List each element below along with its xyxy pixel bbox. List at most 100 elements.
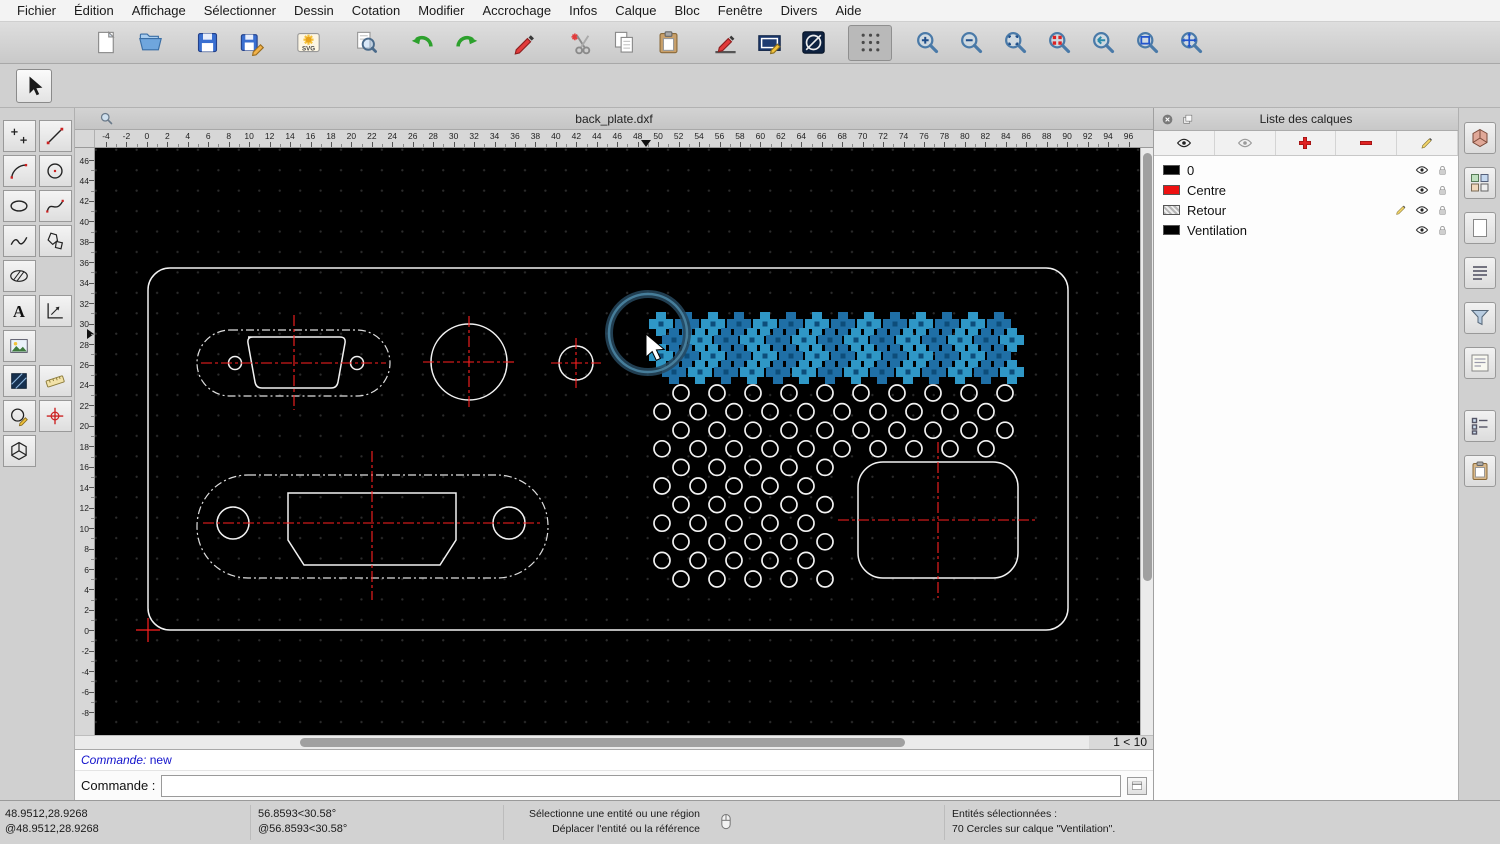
dock-commands-button[interactable] — [1463, 347, 1496, 379]
menu-dessin[interactable]: Dessin — [285, 3, 343, 18]
vertical-scrollbar[interactable] — [1140, 148, 1153, 735]
save-as-button[interactable] — [229, 25, 273, 61]
relative-polar: @56.8593<30.58° — [258, 823, 348, 835]
h-ruler-label: 4 — [185, 131, 191, 141]
select-arrow-button[interactable] — [16, 68, 52, 103]
paste-button[interactable] — [646, 25, 690, 61]
detach-panel-icon[interactable] — [1180, 112, 1195, 127]
menu-fichier[interactable]: Fichier — [8, 3, 65, 18]
hatch-tool-button[interactable] — [2, 260, 36, 292]
dimension-tool-button[interactable] — [38, 295, 72, 327]
print-preview-button[interactable] — [343, 25, 387, 61]
ventilation-holes[interactable] — [653, 384, 1014, 588]
layer-row-0[interactable]: 0 — [1154, 160, 1458, 180]
fill-tool-button[interactable] — [2, 365, 36, 397]
menu-edition[interactable]: Édition — [65, 3, 123, 18]
svg-export-button[interactable]: SVG — [286, 25, 330, 61]
dock-icons-strip — [1458, 108, 1500, 800]
layer-lock-icon[interactable] — [1436, 204, 1449, 217]
isometric-tool-button[interactable] — [2, 435, 36, 467]
image-tool-button[interactable] — [2, 330, 36, 362]
circle-tool-button[interactable] — [791, 25, 835, 61]
new-button[interactable] — [84, 25, 128, 61]
menu-modifier[interactable]: Modifier — [409, 3, 473, 18]
menu-selectionner[interactable]: Sélectionner — [195, 3, 285, 18]
layer-visibility-eye-icon[interactable] — [1415, 203, 1429, 217]
selection-status-line2: 70 Cercles sur calque "Ventilation". — [952, 823, 1116, 835]
edit-layer-button[interactable] — [1397, 131, 1458, 155]
redo-button[interactable] — [444, 25, 488, 61]
pen-button[interactable] — [501, 25, 545, 61]
zoom-out-button[interactable] — [949, 25, 993, 61]
menu-cotation[interactable]: Cotation — [343, 3, 409, 18]
h-ruler-label: -4 — [102, 131, 110, 141]
zoom-in-button[interactable] — [905, 25, 949, 61]
ellipse-tool-button[interactable] — [2, 190, 36, 222]
layer-lock-icon[interactable] — [1436, 184, 1449, 197]
spline-tool-button[interactable] — [38, 190, 72, 222]
hide-all-layers-button[interactable] — [1215, 131, 1276, 155]
command-panel-toggle-button[interactable] — [1127, 776, 1147, 795]
horizontal-scrollbar-thumb[interactable] — [300, 738, 905, 747]
dock-page-button[interactable] — [1463, 212, 1496, 244]
menu-infos[interactable]: Infos — [560, 3, 606, 18]
layer-row-centre[interactable]: Centre — [1154, 180, 1458, 200]
toolbar-separator — [172, 22, 185, 63]
pan-button[interactable] — [1169, 25, 1213, 61]
circle-edit-tool-button[interactable] — [2, 400, 36, 432]
open-button[interactable] — [128, 25, 172, 61]
menu-divers[interactable]: Divers — [772, 3, 827, 18]
menu-accrochage[interactable]: Accrochage — [473, 3, 560, 18]
snap-point-tool-button[interactable] — [38, 400, 72, 432]
measure-tool-button[interactable] — [38, 365, 72, 397]
hint-left-click: Sélectionne une entité ou une région — [528, 808, 700, 820]
zoom-selected-button[interactable] — [1037, 25, 1081, 61]
selected-ventilation-circles[interactable] — [649, 312, 1024, 384]
dock-clipboard-button[interactable] — [1463, 455, 1496, 487]
menu-bloc[interactable]: Bloc — [665, 3, 708, 18]
layer-visibility-eye-icon[interactable] — [1415, 223, 1429, 237]
h-ruler-label: 88 — [1041, 131, 1052, 141]
copy-button[interactable] — [602, 25, 646, 61]
zoom-window-button[interactable] — [1125, 25, 1169, 61]
close-panel-icon[interactable] — [1160, 112, 1175, 127]
command-history-label: Commande: — [81, 753, 147, 767]
arc-tool-button[interactable] — [2, 155, 36, 187]
grid-snap-button[interactable] — [848, 24, 892, 61]
zoom-previous-button[interactable] — [1081, 25, 1125, 61]
dock-entities-button[interactable] — [1463, 410, 1496, 442]
layer-visibility-eye-icon[interactable] — [1415, 163, 1429, 177]
command-input[interactable] — [161, 774, 1121, 797]
layer-row-retour[interactable]: Retour — [1154, 200, 1458, 220]
menu-fenetre[interactable]: Fenêtre — [709, 3, 772, 18]
polygon-tool-button[interactable] — [38, 225, 72, 257]
text-tool-button[interactable]: A — [2, 295, 36, 327]
point-tool-button[interactable] — [2, 120, 36, 152]
layer-lock-icon[interactable] — [1436, 224, 1449, 237]
menu-affichage[interactable]: Affichage — [123, 3, 195, 18]
dock-filter-button[interactable] — [1463, 302, 1496, 334]
horizontal-scrollbar[interactable] — [75, 736, 1089, 749]
cut-button[interactable] — [558, 25, 602, 61]
menu-calque[interactable]: Calque — [606, 3, 665, 18]
show-all-layers-button[interactable] — [1154, 131, 1215, 155]
undo-button[interactable] — [400, 25, 444, 61]
layer-row-ventilation[interactable]: Ventilation — [1154, 220, 1458, 240]
line-tool-button[interactable] — [38, 120, 72, 152]
dock-blocks-button[interactable] — [1463, 167, 1496, 199]
remove-layer-button[interactable] — [1336, 131, 1398, 155]
vertical-scrollbar-thumb[interactable] — [1143, 153, 1152, 581]
dock-library-button[interactable] — [1463, 122, 1496, 154]
layer-lock-icon[interactable] — [1436, 164, 1449, 177]
layer-visibility-eye-icon[interactable] — [1415, 183, 1429, 197]
dock-list-button[interactable] — [1463, 257, 1496, 289]
block-edit-button[interactable] — [747, 25, 791, 61]
freehand-tool-button[interactable] — [2, 225, 36, 257]
save-button[interactable] — [185, 25, 229, 61]
menu-aide[interactable]: Aide — [826, 3, 870, 18]
cad-canvas[interactable] — [95, 148, 1140, 735]
zoom-auto-button[interactable] — [993, 25, 1037, 61]
circle-tool-button[interactable] — [38, 155, 72, 187]
add-layer-button[interactable] — [1276, 131, 1337, 155]
pen-edit-button[interactable] — [703, 25, 747, 61]
